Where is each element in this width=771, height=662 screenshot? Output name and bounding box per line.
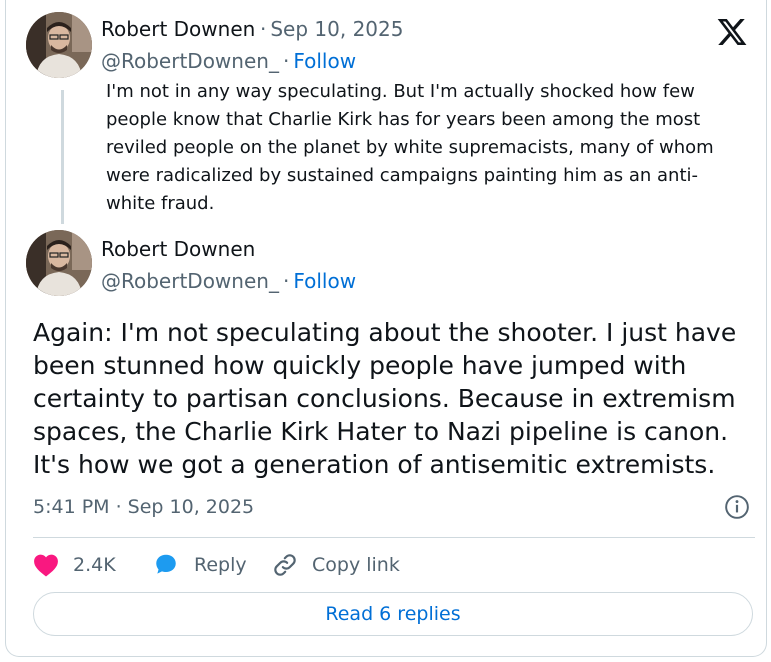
reply-button[interactable]: Reply — [152, 550, 247, 580]
link-icon — [274, 554, 296, 576]
main-follow-link[interactable]: Follow — [293, 269, 356, 293]
parent-date-text: Sep 10, 2025 — [270, 17, 404, 41]
read-replies-button[interactable]: Read 6 replies — [33, 592, 753, 636]
parent-follow-link[interactable]: Follow — [293, 49, 356, 73]
main-tweet-text: Again: I'm not speculating about the sho… — [33, 318, 737, 479]
heart-icon — [34, 554, 58, 577]
parent-author-name[interactable]: Robert Downen — [101, 17, 255, 41]
parent-tweet-text: I'm not in any way speculating. But I'm … — [106, 81, 714, 214]
embedded-tweet-card: Robert Downen · Sep 10, 2025 @RobertDowne… — [5, 0, 767, 657]
main-author-avatar[interactable] — [26, 230, 92, 296]
parent-handle-row: @RobertDownen_ · Follow — [101, 49, 357, 73]
like-button[interactable]: 2.4K — [33, 550, 116, 580]
read-replies-label: Read 6 replies — [325, 603, 461, 625]
main-author-handle[interactable]: @RobertDownen_ — [101, 269, 279, 293]
reply-label: Reply — [194, 554, 247, 576]
main-handle-row: @RobertDownen_ · Follow — [101, 269, 357, 293]
parent-tweet-date[interactable]: · Sep 10, 2025 — [256, 17, 403, 41]
main-author-name[interactable]: Robert Downen — [101, 237, 255, 261]
tweet-timestamp[interactable]: 5:41 PM · Sep 10, 2025 — [33, 496, 254, 518]
x-logo-icon[interactable] — [715, 16, 749, 48]
actions-divider — [33, 537, 755, 538]
copy-link-label: Copy link — [312, 554, 400, 576]
thread-connector-line — [61, 90, 64, 224]
like-count: 2.4K — [73, 554, 116, 576]
parent-author-handle[interactable]: @RobertDownen_ — [101, 49, 279, 73]
speech-bubble-icon — [156, 554, 176, 574]
info-icon[interactable] — [724, 494, 750, 520]
copy-link-button[interactable]: Copy link — [272, 550, 400, 580]
parent-author-avatar[interactable] — [26, 12, 92, 78]
